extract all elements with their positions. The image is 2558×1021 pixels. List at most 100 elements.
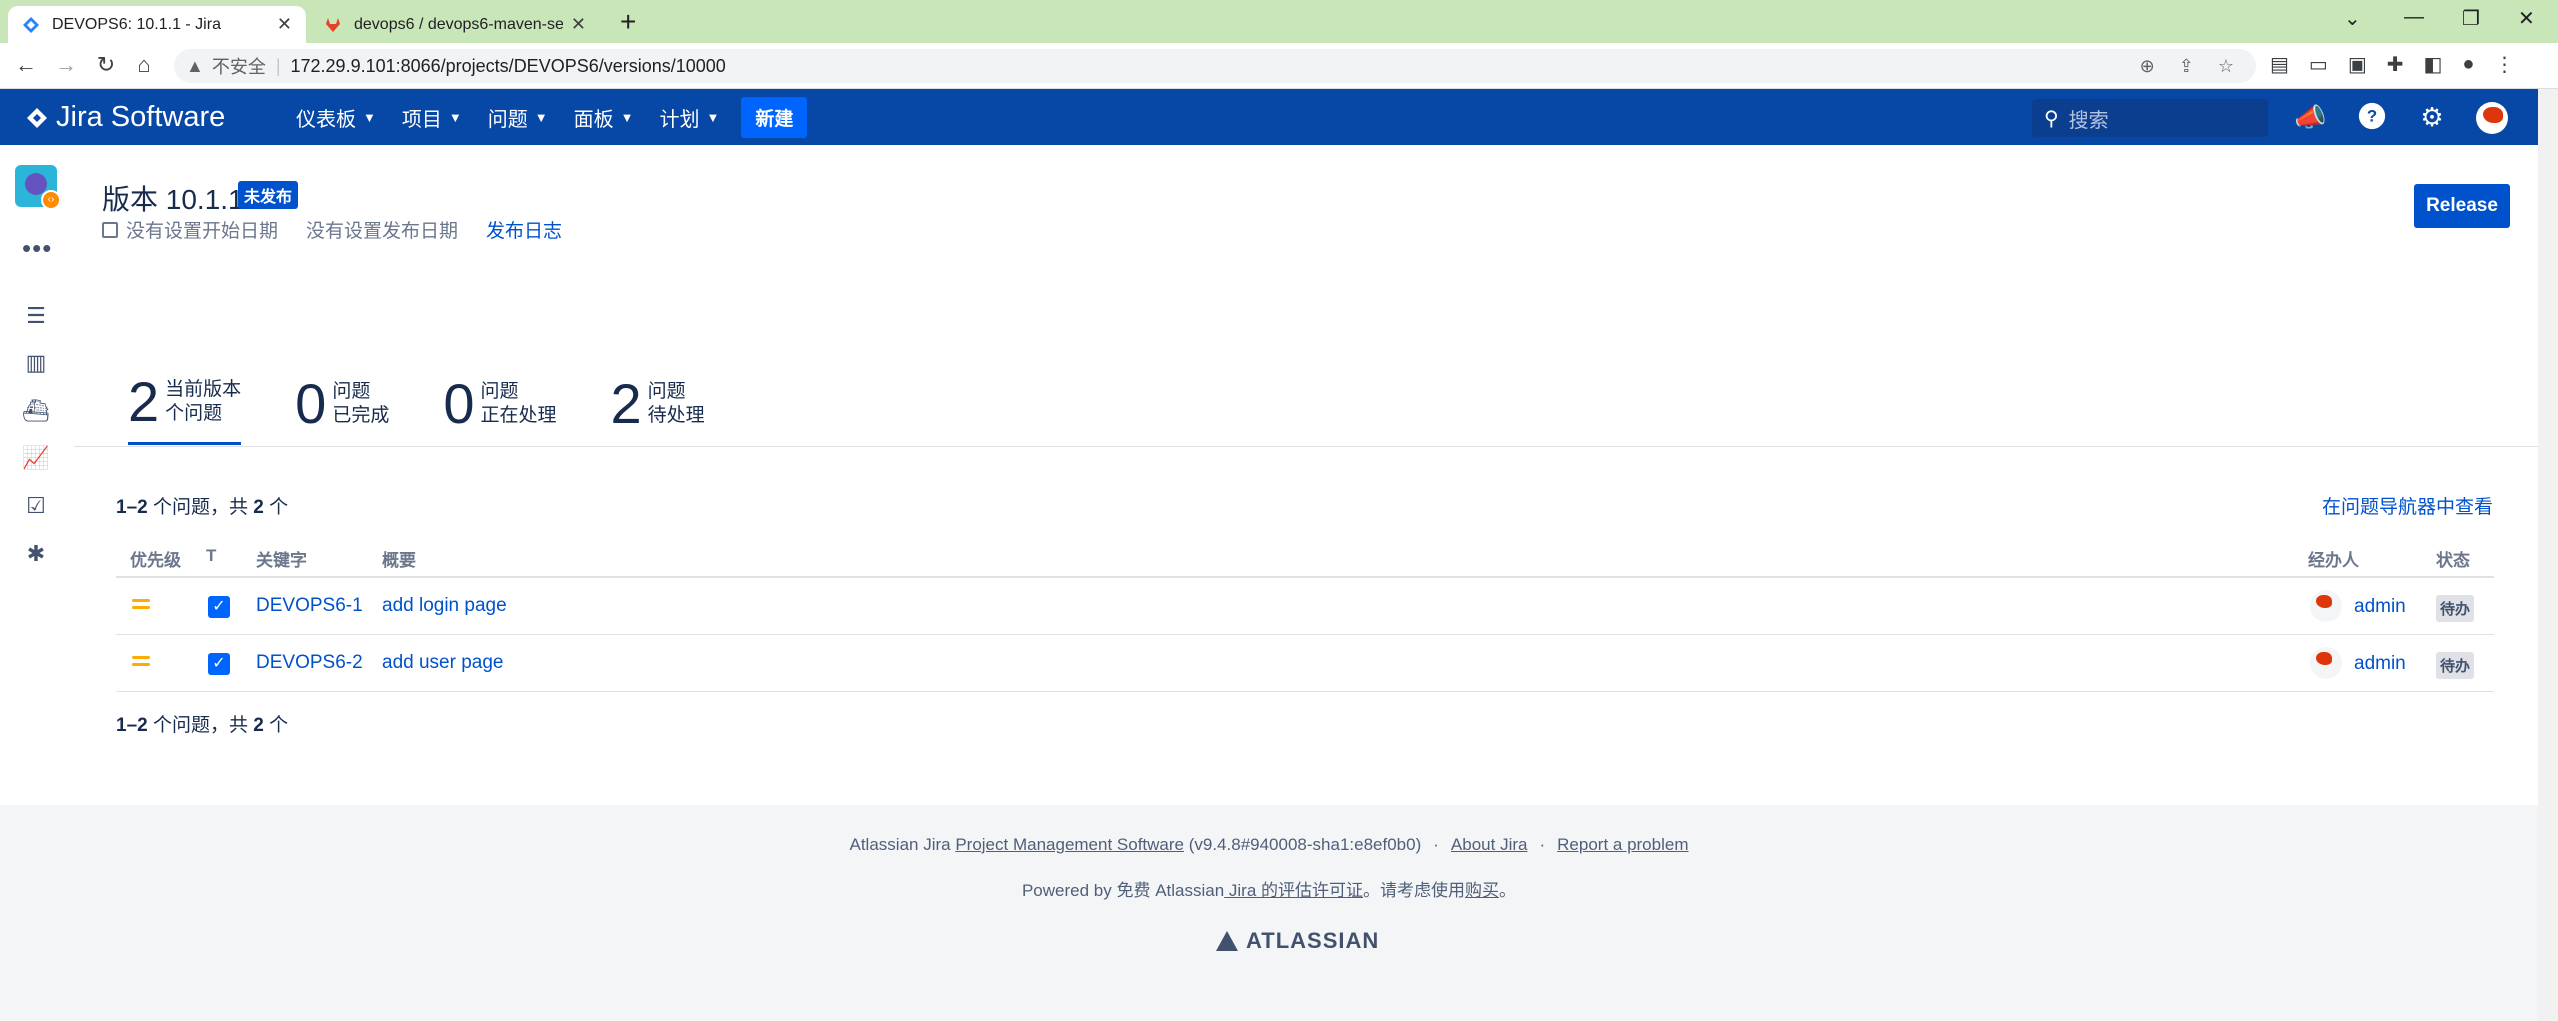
column-assignee[interactable]: 经办人 bbox=[2308, 546, 2359, 571]
browser-tab-jira[interactable]: DEVOPS6: 10.1.1 - Jira ✕ bbox=[8, 6, 306, 43]
logo-text: Jira Software bbox=[56, 101, 226, 133]
board-icon[interactable]: ▥ bbox=[22, 350, 50, 378]
browser-menu-icon[interactable]: ⋮ bbox=[2494, 52, 2514, 77]
help-icon[interactable]: ? bbox=[2356, 101, 2388, 133]
assignee-link[interactable]: admin bbox=[2354, 653, 2406, 675]
components-icon[interactable]: ✱ bbox=[22, 541, 50, 569]
start-date: 没有设置开始日期 bbox=[126, 221, 279, 242]
stat-in-version[interactable]: 2 当前版本 个问题 bbox=[128, 372, 242, 445]
footer-text: Powered by 免费 Atlassian bbox=[1021, 881, 1225, 900]
home-icon[interactable]: ⌂ bbox=[130, 52, 158, 78]
jira-favicon-icon bbox=[23, 16, 39, 33]
page-title: 版本 10.1.1 bbox=[102, 184, 244, 215]
more-icon[interactable]: ••• bbox=[22, 233, 52, 264]
url-text: 172.29.9.101:8066/projects/DEVOPS6/versi… bbox=[290, 55, 726, 76]
extension-icon[interactable]: ▣ bbox=[2348, 52, 2367, 77]
buy-link[interactable]: 购买 bbox=[1465, 881, 1499, 900]
extensions-area: ▤ ▭ ▣ ✚ ◧ ● ⋮ bbox=[2270, 52, 2514, 77]
browser-tab-bar: DEVOPS6: 10.1.1 - Jira ✕ devops6 / devop… bbox=[0, 0, 2558, 43]
tab-close-icon[interactable]: ✕ bbox=[571, 14, 586, 35]
release-notes-link[interactable]: 发布日志 bbox=[486, 216, 562, 243]
menu-boards[interactable]: 面板 ▼ bbox=[574, 103, 634, 132]
backlog-icon[interactable]: ☰ bbox=[22, 303, 50, 331]
issue-summary-link[interactable]: add user page bbox=[382, 652, 504, 674]
extension-icon[interactable]: ▤ bbox=[2270, 52, 2289, 77]
tab-title: devops6 / devops6-maven-ser bbox=[354, 15, 563, 33]
menu-dashboards[interactable]: 仪表板 ▼ bbox=[296, 103, 376, 132]
browser-tab-gitlab[interactable]: devops6 / devops6-maven-ser ✕ bbox=[310, 6, 600, 43]
side-panel-icon[interactable]: ◧ bbox=[2423, 52, 2442, 77]
bookmark-star-icon[interactable]: ☆ bbox=[2218, 56, 2234, 77]
stat-in-progress[interactable]: 0 问题 正在处理 bbox=[443, 372, 556, 445]
stat-label: 问题 正在处理 bbox=[480, 380, 557, 426]
puzzle-icon[interactable]: ✚ bbox=[2387, 52, 2404, 77]
footer-line-2: Powered by 免费 Atlassian Jira 的评估许可证。请考虑使… bbox=[0, 876, 2538, 901]
address-bar[interactable]: ▲ 不安全 | 172.29.9.101:8066/projects/DEVOP… bbox=[174, 49, 2256, 83]
report-problem-link[interactable]: Report a problem bbox=[1557, 835, 1688, 854]
divider bbox=[74, 446, 2538, 447]
column-type[interactable]: T bbox=[206, 546, 216, 566]
menu-issues[interactable]: 问题 ▼ bbox=[488, 103, 548, 132]
extension-icon[interactable]: ▭ bbox=[2309, 52, 2328, 77]
version-text: (v9.4.8#940008-sha1:e8ef0b0) bbox=[1184, 835, 1422, 854]
jira-logo[interactable]: Jira Software bbox=[26, 101, 225, 134]
share-icon[interactable]: ⇪ bbox=[2179, 56, 2194, 77]
column-priority[interactable]: 优先级 bbox=[130, 546, 181, 571]
table-row[interactable]: ✓ DEVOPS6-1 add login page admin 待办 bbox=[116, 578, 2494, 635]
main-menu: 仪表板 ▼ 项目 ▼ 问题 ▼ 面板 ▼ 计划 ▼ 新建 bbox=[296, 89, 808, 145]
view-in-navigator-link[interactable]: 在问题导航器中查看 bbox=[2322, 492, 2493, 519]
stat-number: 0 bbox=[443, 371, 475, 435]
release-button[interactable]: Release bbox=[2414, 184, 2510, 228]
atlassian-logo-icon bbox=[1216, 931, 1238, 951]
reports-icon[interactable]: 📈 bbox=[22, 445, 50, 473]
eval-license-link[interactable]: Jira 的评估许可证 bbox=[1224, 881, 1363, 900]
restore-icon[interactable]: ❐ bbox=[2462, 6, 2480, 31]
menu-label: 项目 bbox=[401, 108, 442, 131]
new-tab-icon[interactable]: + bbox=[620, 6, 636, 38]
menu-projects[interactable]: 项目 ▼ bbox=[402, 103, 462, 132]
window-close-icon[interactable]: ✕ bbox=[2518, 6, 2535, 31]
assignee-avatar bbox=[2310, 647, 2342, 679]
column-key[interactable]: 关键字 bbox=[256, 546, 307, 571]
column-summary[interactable]: 概要 bbox=[382, 546, 416, 571]
issue-key-link[interactable]: DEVOPS6-2 bbox=[256, 652, 363, 674]
minimize-icon[interactable]: — bbox=[2404, 6, 2424, 29]
table-row[interactable]: ✓ DEVOPS6-2 add user page admin 待办 bbox=[116, 635, 2494, 692]
about-jira-link[interactable]: About Jira bbox=[1451, 835, 1528, 854]
column-status[interactable]: 状态 bbox=[2436, 546, 2470, 571]
stat-to-do[interactable]: 2 问题 待处理 bbox=[611, 372, 705, 445]
pm-software-link[interactable]: Project Management Software bbox=[955, 835, 1184, 854]
chevron-down-icon: ▼ bbox=[363, 109, 376, 125]
tab-close-icon[interactable]: ✕ bbox=[277, 14, 292, 35]
forward-icon[interactable]: → bbox=[52, 52, 80, 78]
page-scrollbar[interactable] bbox=[2538, 89, 2558, 1021]
footer-text: 。请考虑使用 bbox=[1363, 881, 1466, 900]
releases-icon[interactable]: ⛴ bbox=[22, 398, 50, 426]
atlassian-logo[interactable]: ATLASSIAN bbox=[1216, 928, 1379, 954]
issue-summary-link[interactable]: add login page bbox=[382, 595, 507, 617]
tab-title: DEVOPS6: 10.1.1 - Jira bbox=[52, 15, 221, 33]
profile-icon[interactable]: ● bbox=[2462, 53, 2474, 76]
task-type-icon: ✓ bbox=[208, 596, 230, 618]
issue-count-bottom: 1–2 个问题，共 2 个 bbox=[116, 715, 289, 736]
reload-icon[interactable]: ↻ bbox=[92, 52, 120, 78]
user-avatar[interactable] bbox=[2476, 102, 2508, 134]
warning-icon: ▲ bbox=[186, 55, 204, 76]
megaphone-icon[interactable]: 📣 bbox=[2294, 101, 2326, 133]
zoom-icon[interactable]: ⊕ bbox=[2140, 56, 2155, 77]
issues-icon[interactable]: ☑ bbox=[22, 493, 50, 521]
stat-done[interactable]: 0 问题 已完成 bbox=[295, 372, 389, 445]
footer-line-1: Atlassian Jira Project Management Softwa… bbox=[849, 835, 1689, 854]
back-icon[interactable]: ← bbox=[12, 52, 40, 78]
tab-search-icon[interactable]: ⌄ bbox=[2344, 6, 2361, 31]
create-button[interactable]: 新建 bbox=[741, 96, 808, 138]
chevron-down-icon: ▼ bbox=[448, 109, 462, 125]
search-input[interactable]: ⚲ 搜索 bbox=[2032, 99, 2268, 137]
browser-toolbar: ← → ↻ ⌂ ▲ 不安全 | 172.29.9.101:8066/projec… bbox=[0, 43, 2558, 89]
version-meta: 没有设置开始日期 没有设置发布日期 发布日志 bbox=[102, 216, 562, 243]
release-date: 没有设置发布日期 bbox=[306, 221, 459, 242]
gear-icon[interactable]: ⚙ bbox=[2416, 101, 2448, 133]
assignee-link[interactable]: admin bbox=[2354, 596, 2406, 618]
issue-key-link[interactable]: DEVOPS6-1 bbox=[256, 595, 363, 617]
menu-plans[interactable]: 计划 ▼ bbox=[660, 103, 720, 132]
